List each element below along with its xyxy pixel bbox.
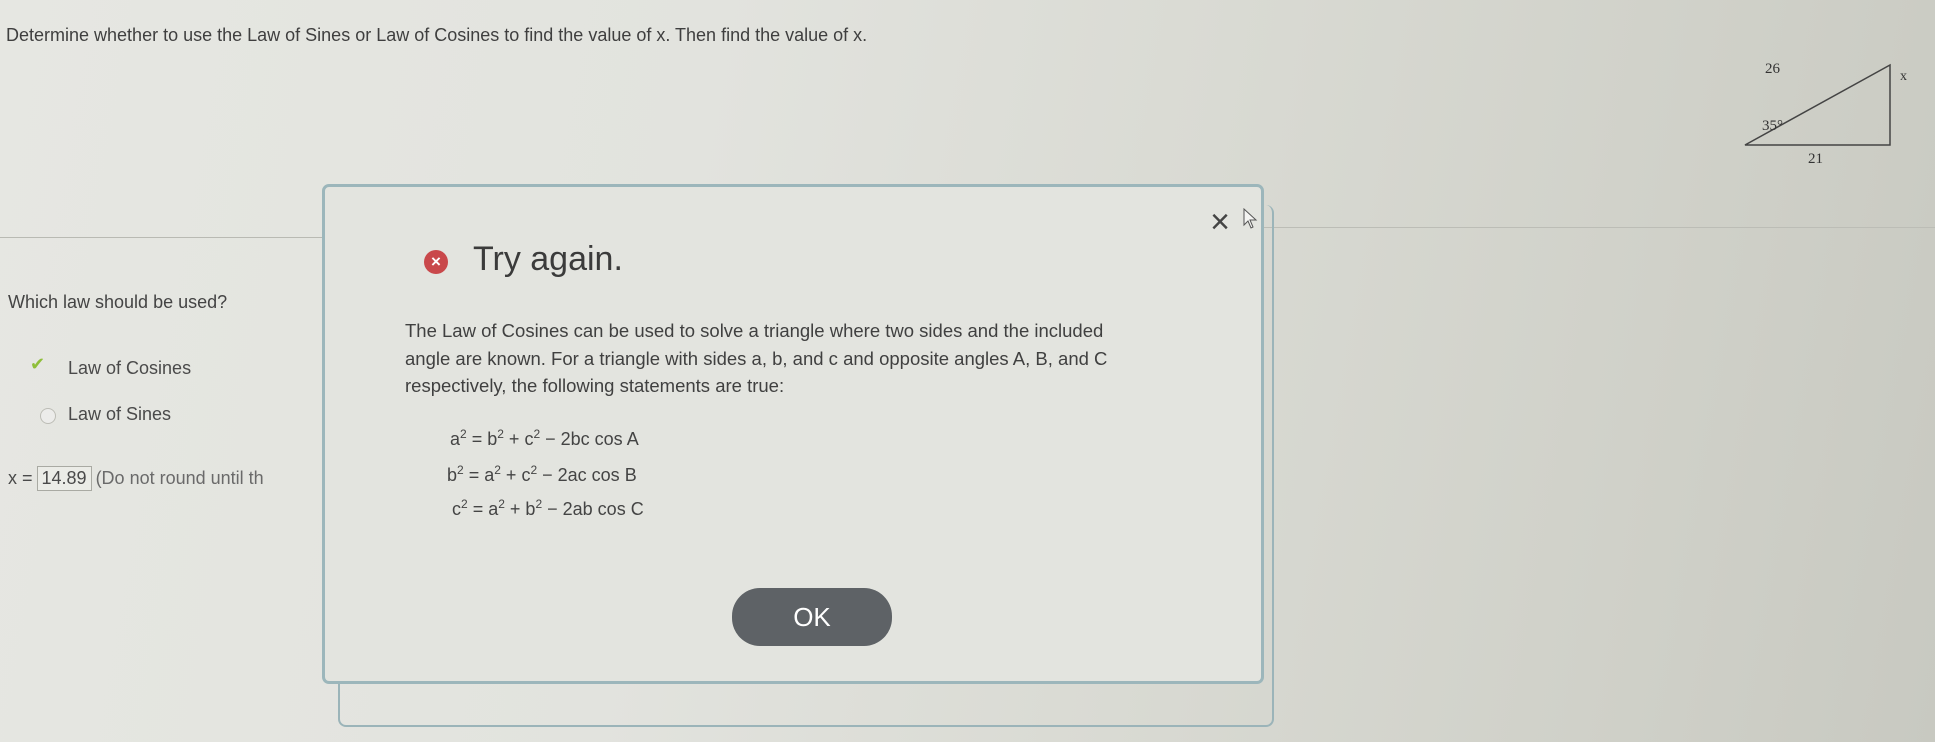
side-right-label: x: [1900, 69, 1907, 84]
answer-input[interactable]: 14.89: [36, 466, 92, 491]
formula-c: c2 = a2 + b2 − 2ab cos C: [452, 497, 644, 519]
side-bottom-label: 21: [1808, 151, 1823, 167]
triangle-figure: 26 x 35° 21: [1744, 61, 1907, 167]
formula-a: a2 = b2 + c2 − 2bc cos A: [450, 427, 639, 449]
side-top-label: 26: [1765, 61, 1781, 77]
law-question: Which law should be used?: [8, 292, 228, 312]
radio-law-of-sines[interactable]: [40, 408, 56, 424]
error-icon: ×: [424, 250, 448, 274]
mouse-cursor-icon: [1243, 208, 1258, 229]
answer-row: x = 14.89 (Do not round until th: [8, 466, 264, 491]
dialog-title: Try again.: [473, 240, 623, 278]
question-text: Determine whether to use the Law of Sine…: [6, 25, 868, 45]
answer-prefix: x =: [8, 468, 33, 488]
dialog-explanation: The Law of Cosines can be used to solve …: [405, 320, 1108, 396]
formula-b: b2 = a2 + c2 − 2ac cos B: [447, 463, 637, 485]
rounding-hint: (Do not round until th: [95, 468, 264, 488]
checkmark-icon: ✔: [30, 354, 46, 374]
option-law-of-cosines[interactable]: Law of Cosines: [68, 358, 191, 379]
ok-button[interactable]: OK: [732, 588, 892, 646]
section-divider: [1262, 227, 1935, 228]
angle-label: 35°: [1762, 118, 1783, 134]
option-law-of-sines[interactable]: Law of Sines: [68, 404, 171, 425]
section-divider: [0, 237, 330, 238]
close-icon[interactable]: ×: [1203, 205, 1237, 239]
